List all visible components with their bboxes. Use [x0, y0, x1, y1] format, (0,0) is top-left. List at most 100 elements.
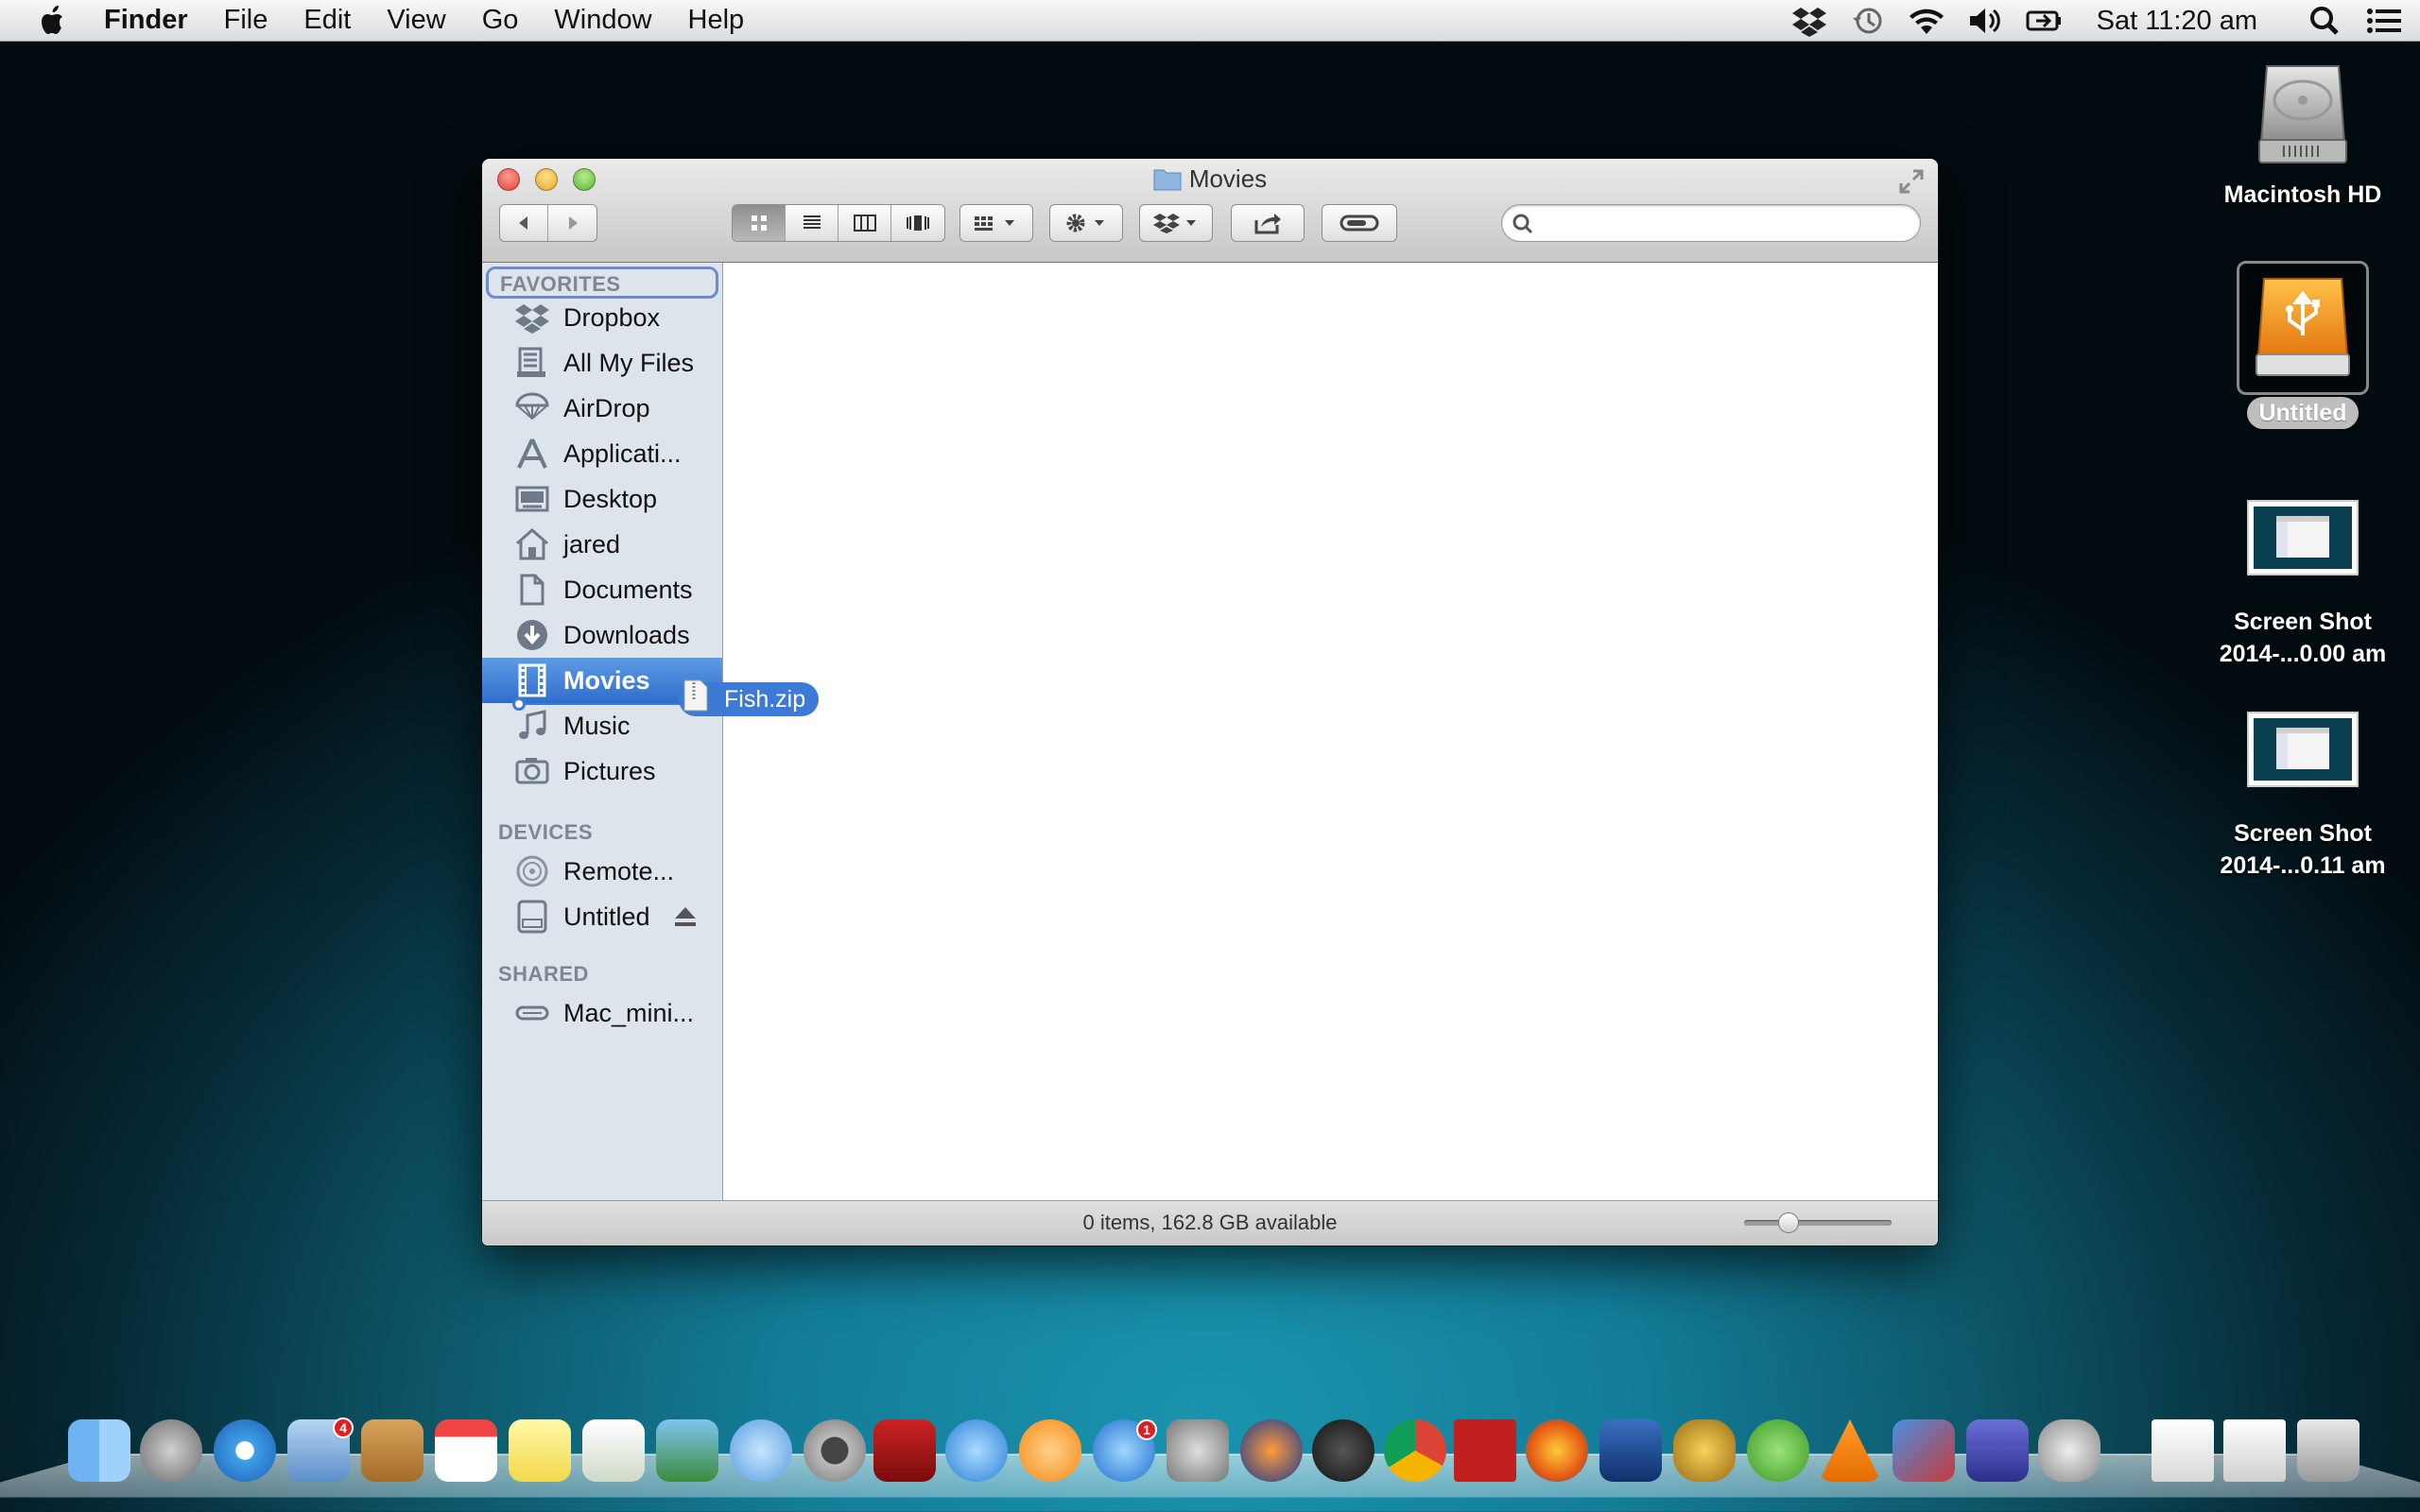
sidebar-item-untitled[interactable]: Untitled	[482, 894, 722, 939]
trash-icon[interactable]	[2297, 1419, 2360, 1482]
sidebar-item-mac-mini[interactable]: Mac_mini...	[482, 990, 722, 1036]
vlc-icon[interactable]	[1819, 1419, 1881, 1482]
parallels-icon[interactable]	[1893, 1419, 1955, 1482]
apple-menu-icon[interactable]	[34, 2, 72, 40]
system-preferences-icon[interactable]	[1167, 1419, 1229, 1482]
documents-stack-icon[interactable]	[2223, 1419, 2286, 1482]
screen-app-icon[interactable]	[1966, 1419, 2029, 1482]
tag-icon	[1340, 215, 1379, 232]
column-view-icon	[853, 215, 876, 232]
sidebar-item-label: Untitled	[563, 902, 650, 931]
desktop-item-label-line2: 2014-...0.11 am	[2220, 852, 2386, 879]
cover-flow-button[interactable]	[891, 205, 944, 241]
all-files-icon	[517, 347, 545, 377]
sidebar-header-shared[interactable]: SHARED	[498, 962, 589, 987]
column-view-button[interactable]	[838, 205, 891, 241]
menu-go[interactable]: Go	[482, 5, 519, 36]
sidebar-header-devices[interactable]: DEVICES	[498, 820, 593, 845]
ibooks-icon[interactable]	[1019, 1419, 1081, 1482]
sidebar-item-airdrop[interactable]: AirDrop	[482, 386, 722, 431]
arrange-button[interactable]	[959, 204, 1033, 242]
desktop-item-screenshot-1[interactable]: Screen Shot 2014-...0.00 am	[2189, 499, 2416, 670]
sidebar-item-downloads[interactable]: Downloads	[482, 612, 722, 658]
notification-center-icon[interactable]	[2365, 5, 2403, 37]
facetime-icon[interactable]	[804, 1419, 866, 1482]
reminders-icon[interactable]	[582, 1419, 645, 1482]
icon-view-button[interactable]	[733, 205, 786, 241]
movies-icon	[518, 663, 546, 697]
sidebar-item-label: AirDrop	[563, 393, 650, 422]
sidebar-item-remote-disc[interactable]: Remote...	[482, 849, 722, 894]
sidebar-item-dropbox[interactable]: Dropbox	[482, 295, 722, 340]
sidebar-item-pictures[interactable]: Pictures	[482, 748, 722, 794]
sidebar-item-jared[interactable]: jared	[482, 522, 722, 567]
photo-booth-icon[interactable]	[873, 1419, 936, 1482]
spotlight-icon[interactable]	[2307, 5, 2344, 37]
notes-icon[interactable]	[509, 1419, 571, 1482]
menubar-clock[interactable]: Sat 11:20 am	[2097, 6, 2257, 37]
rtf-document-icon[interactable]	[2152, 1419, 2214, 1482]
volume-icon[interactable]	[1966, 5, 2004, 37]
menu-file[interactable]: File	[224, 5, 268, 36]
time-machine-icon[interactable]	[1849, 5, 1887, 37]
launchpad-icon[interactable]	[140, 1419, 202, 1482]
back-button[interactable]	[500, 205, 549, 241]
audacity-icon[interactable]	[1240, 1419, 1303, 1482]
messages-icon[interactable]	[730, 1419, 792, 1482]
menu-extras: Sat 11:20 am	[1770, 0, 2420, 42]
filezilla-icon[interactable]	[1454, 1419, 1516, 1482]
menu-edit[interactable]: Edit	[303, 5, 351, 36]
list-view-icon	[803, 215, 821, 229]
back-forward-control	[499, 204, 597, 242]
share-button[interactable]	[1231, 204, 1305, 242]
battery-icon[interactable]	[2025, 5, 2063, 37]
gear-icon	[1066, 214, 1104, 232]
file-content-area[interactable]	[724, 263, 1938, 1208]
dropbox-icon[interactable]	[1790, 5, 1828, 37]
desktop-item-untitled[interactable]: Untitled	[2189, 261, 2416, 429]
dashboard-icon[interactable]	[1312, 1419, 1374, 1482]
forward-button[interactable]	[548, 205, 596, 241]
search-field[interactable]	[1501, 204, 1921, 242]
sidebar-item-applications[interactable]: Applicati...	[482, 431, 722, 476]
utorrent-icon[interactable]	[1747, 1419, 1809, 1482]
feedback-assistant-icon[interactable]	[1599, 1419, 1662, 1482]
sidebar-header-favorites[interactable]: FAVORITES	[486, 266, 718, 299]
chrome-icon[interactable]	[1384, 1419, 1446, 1482]
eject-icon[interactable]	[673, 905, 698, 928]
menu-help[interactable]: Help	[688, 5, 745, 36]
fullscreen-icon[interactable]	[1898, 168, 1925, 195]
wifi-icon[interactable]	[1908, 5, 1945, 37]
safari-icon[interactable]	[214, 1419, 276, 1482]
firefox-icon[interactable]	[1526, 1419, 1588, 1482]
menu-view[interactable]: View	[387, 5, 445, 36]
music-icon	[519, 710, 546, 739]
menu-app-name[interactable]: Finder	[104, 5, 188, 36]
dropbox-icon	[1153, 214, 1196, 233]
status-bar: 0 items, 162.8 GB available	[482, 1200, 1938, 1246]
contacts-icon[interactable]	[361, 1419, 424, 1482]
finder-icon[interactable]	[68, 1419, 130, 1482]
x11-icon[interactable]	[2038, 1419, 2100, 1482]
sidebar-item-documents[interactable]: Documents	[482, 567, 722, 612]
icon-size-slider-knob[interactable]	[1778, 1212, 1799, 1233]
view-mode-control	[732, 204, 945, 242]
sidebar-item-desktop[interactable]: Desktop	[482, 476, 722, 522]
sidebar-item-label: Downloads	[563, 620, 690, 649]
calendar-icon[interactable]	[435, 1419, 497, 1482]
pineapple-app-icon[interactable]	[1673, 1419, 1736, 1482]
sidebar-item-all-my-files[interactable]: All My Files	[482, 340, 722, 386]
dropbox-toolbar-button[interactable]	[1139, 204, 1213, 242]
action-button[interactable]	[1049, 204, 1123, 242]
iphoto-icon[interactable]	[656, 1419, 718, 1482]
desktop-item-screenshot-2[interactable]: Screen Shot 2014-...0.11 am	[2189, 711, 2416, 882]
tags-button[interactable]	[1322, 204, 1397, 242]
pictures-icon	[515, 758, 549, 784]
downloads-icon	[517, 620, 547, 650]
desktop-item-macintosh-hd[interactable]: Macintosh HD	[2189, 57, 2416, 211]
icon-view-icon	[751, 215, 767, 231]
list-view-button[interactable]	[786, 205, 838, 241]
itunes-icon[interactable]	[945, 1419, 1008, 1482]
menu-window[interactable]: Window	[554, 5, 651, 36]
icon-size-slider-track[interactable]	[1744, 1220, 1892, 1226]
